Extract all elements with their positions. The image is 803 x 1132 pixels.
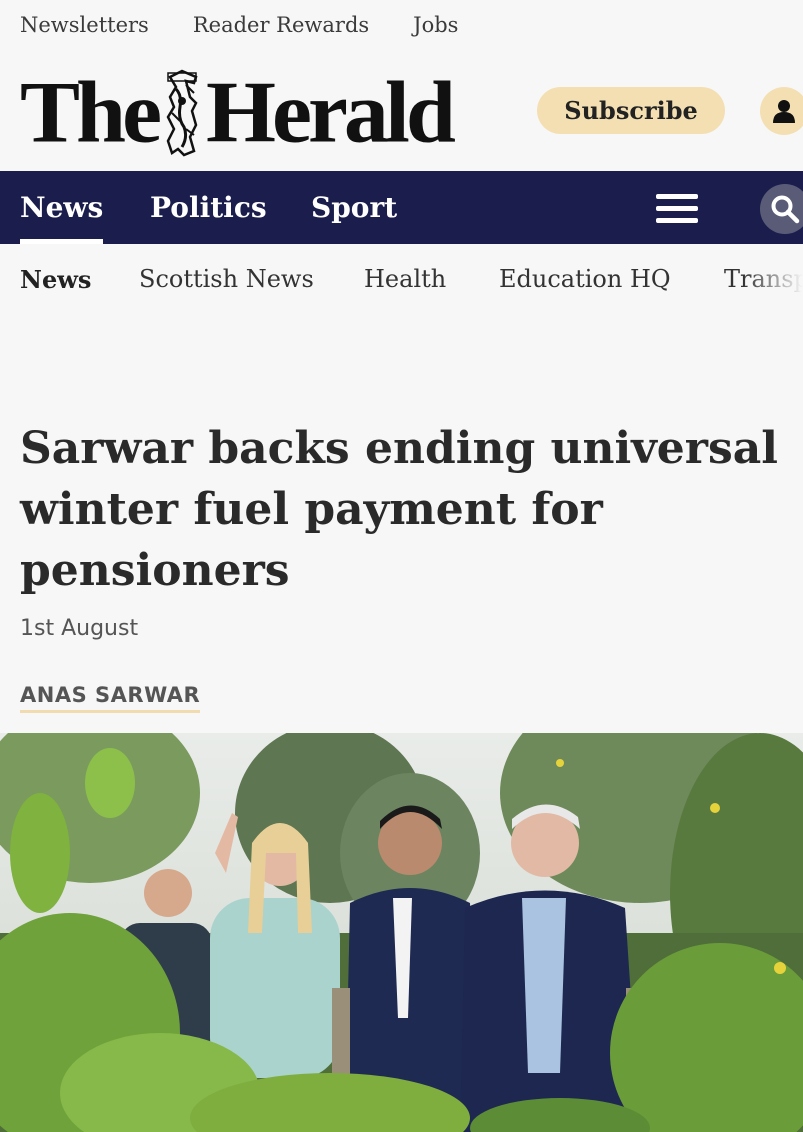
search-button[interactable]: [760, 184, 803, 234]
reader-rewards-link[interactable]: Reader Rewards: [193, 13, 369, 37]
account-button[interactable]: [760, 87, 803, 135]
utility-bar: Newsletters Reader Rewards Jobs: [0, 0, 803, 51]
subnav-scottish-news[interactable]: Scottish News: [139, 244, 314, 314]
nav-news-label: News: [20, 191, 104, 224]
newsletters-link[interactable]: Newsletters: [20, 13, 149, 37]
user-icon: [773, 100, 795, 123]
article-headline: Sarwar backs ending universal winter fue…: [20, 423, 778, 596]
scroll-fade: [743, 244, 803, 314]
nav-sport[interactable]: Sport: [311, 171, 397, 244]
search-icon: [771, 195, 800, 224]
masthead: The Herald Subscribe: [0, 50, 803, 171]
hamburger-icon[interactable]: [656, 194, 698, 224]
logo-word-herald: Herald: [206, 63, 456, 162]
logo-word-the: The: [20, 63, 162, 162]
garden-photo: [0, 733, 803, 1132]
site-logo[interactable]: The Herald: [20, 63, 456, 162]
subnav-health[interactable]: Health: [364, 244, 446, 314]
crest-icon: [166, 69, 198, 157]
subnav-education-hq[interactable]: Education HQ: [499, 244, 671, 314]
jobs-link[interactable]: Jobs: [413, 13, 458, 37]
subnav-news[interactable]: News: [20, 244, 91, 314]
subscribe-button[interactable]: Subscribe: [537, 87, 725, 134]
secondary-nav: News Scottish News Health Education HQ T…: [0, 244, 803, 314]
topic-tag[interactable]: ANAS SARWAR: [20, 683, 201, 713]
article-date: 1st August: [20, 616, 139, 641]
nav-news[interactable]: News: [20, 171, 104, 244]
article-hero-image[interactable]: [0, 733, 803, 1132]
nav-politics[interactable]: Politics: [150, 171, 267, 244]
